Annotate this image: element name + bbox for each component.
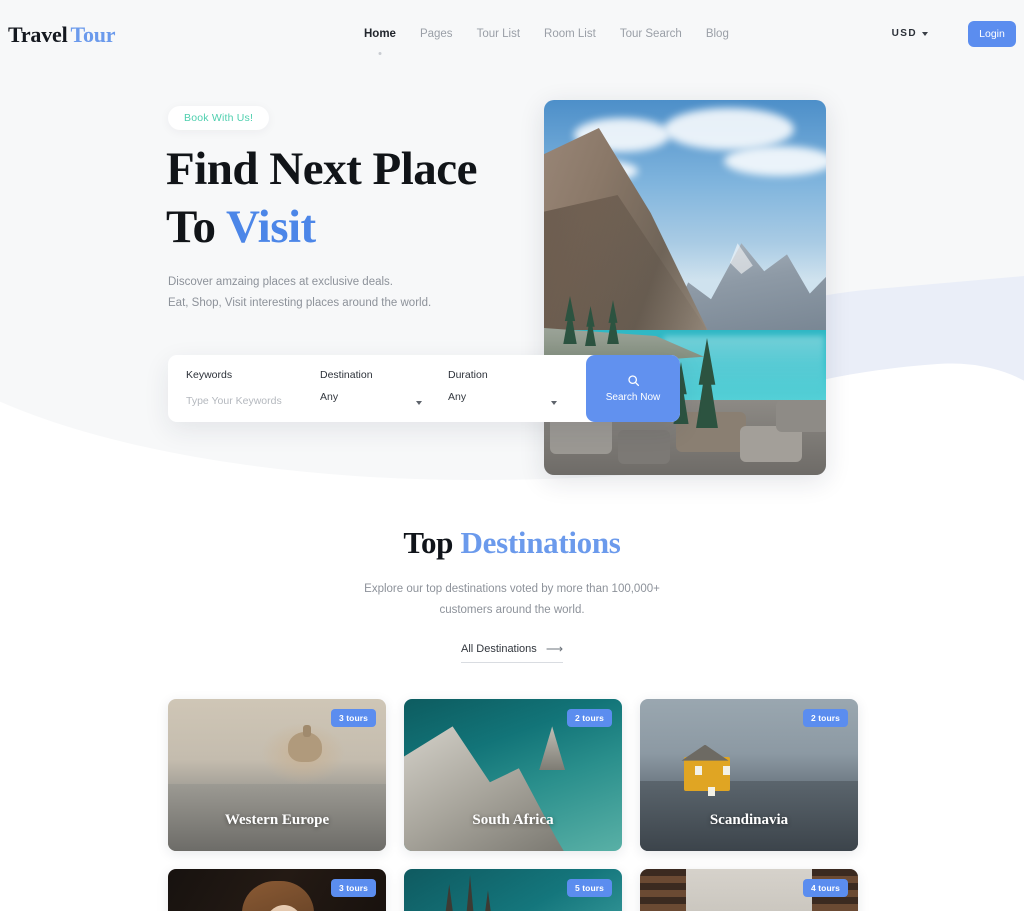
currency-selector[interactable]: USD [892, 28, 928, 39]
nav-item-tour-list[interactable]: Tour List [465, 27, 532, 42]
card-art-rock-spire [539, 726, 566, 771]
destination-selected-value: Any [320, 391, 339, 403]
hero-title: Find Next Place To Visit [166, 140, 478, 256]
active-indicator-dot [378, 52, 382, 55]
tours-count-badge: 5 tours [566, 879, 612, 897]
arrow-right-icon: ⟶ [545, 642, 564, 656]
logo-text-accent: Tour [70, 22, 116, 47]
nav-item-pages[interactable]: Pages [408, 27, 465, 42]
main-navigation: Home Pages Tour List Room List Tour Sear… [352, 27, 741, 55]
nav-item-room-list[interactable]: Room List [532, 27, 608, 42]
search-input-keywords[interactable] [186, 395, 302, 407]
chevron-down-icon [416, 401, 422, 405]
search-field-destination[interactable]: Destination Any [302, 355, 430, 422]
destinations-description-line2: customers around the world. [439, 604, 585, 616]
hero-image-cloud [664, 108, 794, 150]
card-art-spire [482, 890, 494, 911]
search-now-label: Search Now [605, 392, 661, 403]
search-field-duration[interactable]: Duration Any [430, 355, 565, 422]
hero-image-lake-reflection [664, 336, 824, 396]
nav-item-blog[interactable]: Blog [694, 27, 741, 42]
nav-item-tour-search[interactable]: Tour Search [608, 27, 694, 42]
hero-image-rock [776, 400, 826, 432]
chevron-down-icon [551, 401, 557, 405]
duration-selected-value: Any [448, 391, 467, 403]
all-destinations-link[interactable]: All Destinations ⟶ [460, 642, 564, 663]
tours-count-badge: 3 tours [330, 709, 376, 727]
card-art-spire [443, 884, 456, 911]
destination-label: Destination [320, 369, 373, 381]
chevron-down-icon [922, 31, 928, 36]
card-art-house-roof [681, 744, 729, 761]
hero-subtitle-line1: Discover amzaing places at exclusive dea… [168, 276, 393, 288]
destinations-title-plain: Top [403, 525, 461, 560]
destinations-title-accent: Destinations [460, 525, 621, 560]
hero-title-line1: Find Next Place [166, 143, 478, 195]
destinations-description: Explore our top destinations voted by mo… [0, 579, 1024, 621]
currency-label: USD [891, 28, 917, 39]
card-title: Scandinavia [709, 812, 789, 828]
tour-search-form: Keywords Destination Any Duration Any Se… [168, 355, 680, 422]
search-icon [627, 375, 639, 387]
login-button[interactable]: Login [968, 21, 1016, 47]
site-logo[interactable]: Travel Tour [8, 22, 116, 48]
tours-count-badge: 2 tours [802, 709, 848, 727]
tours-count-badge: 2 tours [566, 709, 612, 727]
card-title: South Africa [472, 812, 554, 828]
hero-title-line2-plain: To [166, 201, 226, 253]
destination-card-south-africa[interactable]: 2 tours South Africa [404, 699, 622, 851]
search-field-keywords: Keywords [168, 355, 302, 422]
card-art-dome-top [303, 724, 312, 737]
search-now-button[interactable]: Search Now [586, 355, 680, 422]
destinations-description-line1: Explore our top destinations voted by mo… [364, 583, 660, 595]
nav-item-home[interactable]: Home [352, 27, 408, 55]
all-destinations-label: All Destinations [460, 643, 537, 655]
card-art-column [640, 869, 686, 911]
card-art-window [722, 765, 730, 775]
destination-card-scandinavia[interactable]: 2 tours Scandinavia [640, 699, 858, 851]
card-title: Western Europe [224, 812, 330, 828]
all-destinations-link-wrapper: All Destinations ⟶ [0, 643, 1024, 663]
destinations-title: Top Destinations [0, 525, 1024, 561]
destination-card-5[interactable]: 5 tours [404, 869, 622, 911]
site-header: Travel Tour Home Pages Tour List Room Lis… [0, 0, 1024, 68]
page-root: Travel Tour Home Pages Tour List Room Lis… [0, 0, 1024, 911]
card-art-spire [465, 875, 476, 911]
top-destinations-section: Top Destinations Explore our top destina… [0, 505, 1024, 663]
card-art-window [707, 787, 715, 797]
destination-card-6[interactable]: 4 tours [640, 869, 858, 911]
destination-cards-grid: 3 tours Western Europe 2 tours South Afr… [168, 699, 858, 911]
nav-label: Home [364, 28, 396, 40]
card-art-window [694, 765, 702, 775]
duration-label: Duration [448, 369, 488, 381]
keywords-label: Keywords [186, 369, 233, 381]
hero-image-rock [618, 430, 670, 464]
tours-count-badge: 3 tours [330, 879, 376, 897]
hero-subtitle-line2: Eat, Shop, Visit interesting places arou… [168, 297, 432, 309]
logo-text-primary: Travel [8, 22, 68, 47]
destination-card-4[interactable]: 3 tours [168, 869, 386, 911]
hero-badge: Book With Us! [168, 106, 270, 130]
destination-card-western-europe[interactable]: 3 tours Western Europe [168, 699, 386, 851]
hero-image-cloud [724, 146, 826, 176]
tours-count-badge: 4 tours [802, 879, 848, 897]
hero-title-line2-accent: Visit [225, 201, 316, 253]
hero-section: Book With Us! Find Next Place To Visit D… [0, 0, 1024, 500]
card-art-dome [287, 732, 322, 763]
hero-subtitle: Discover amzaing places at exclusive dea… [168, 272, 431, 314]
